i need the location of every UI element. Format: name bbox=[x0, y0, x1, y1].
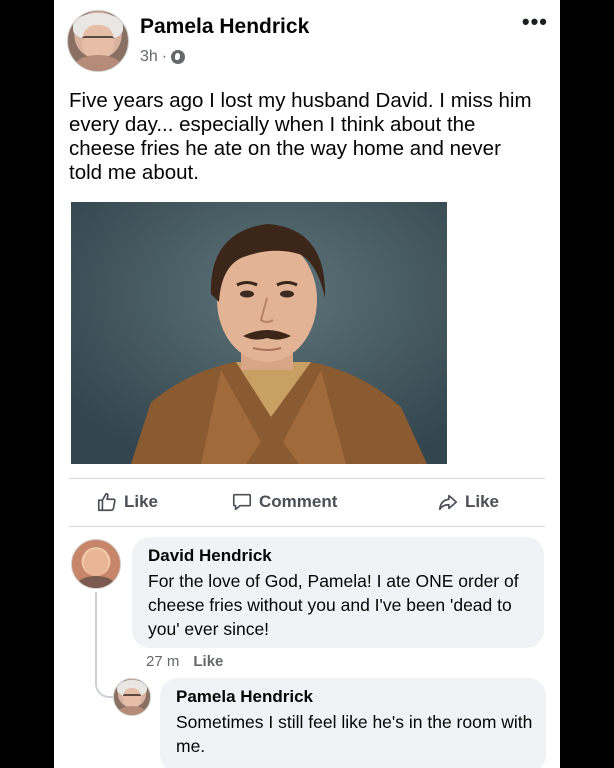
globe-icon bbox=[171, 50, 186, 64]
thumbs-up-icon bbox=[97, 492, 116, 512]
post-time[interactable]: 3h bbox=[140, 48, 158, 66]
reply-avatar[interactable] bbox=[113, 678, 151, 716]
meta-separator: · bbox=[161, 48, 168, 65]
comment-like-button[interactable]: Like bbox=[193, 653, 223, 670]
comment-time[interactable]: 27 m bbox=[146, 653, 179, 670]
divider-bottom bbox=[69, 526, 545, 527]
reply-bubble: Pamela Hendrick Sometimes I still feel l… bbox=[160, 678, 546, 768]
more-options-icon[interactable]: ••• bbox=[522, 11, 548, 33]
share-button[interactable]: Like bbox=[437, 491, 499, 513]
author-name[interactable]: Pamela Hendrick bbox=[140, 15, 309, 39]
comment-icon bbox=[232, 493, 252, 511]
comment-author[interactable]: David Hendrick bbox=[148, 546, 272, 566]
like-button[interactable]: Like bbox=[96, 491, 158, 513]
portrait-illustration bbox=[71, 202, 447, 464]
like-label: Like bbox=[124, 492, 159, 511]
divider-top bbox=[69, 478, 545, 479]
reply-text: Sometimes I still feel like he's in the … bbox=[176, 712, 533, 756]
share-label: Like bbox=[465, 492, 500, 511]
post-card: Pamela Hendrick 3h · ••• Five years ago … bbox=[54, 0, 560, 768]
comment-button[interactable]: Comment bbox=[231, 491, 337, 513]
reply-author[interactable]: Pamela Hendrick bbox=[176, 687, 313, 707]
comment-bubble: David Hendrick For the love of God, Pame… bbox=[132, 537, 544, 648]
comment-meta: 27 m Like bbox=[146, 653, 223, 670]
commenter-avatar[interactable] bbox=[71, 539, 121, 589]
post-text: Five years ago I lost my husband David. … bbox=[69, 89, 532, 184]
author-avatar[interactable] bbox=[67, 10, 129, 72]
post-meta: 3h · bbox=[140, 48, 186, 66]
reply-connector bbox=[95, 660, 113, 698]
share-icon bbox=[438, 494, 458, 511]
post-photo[interactable] bbox=[71, 202, 447, 464]
comment-text: For the love of God, Pamela! I ate ONE o… bbox=[148, 571, 519, 639]
comment-label: Comment bbox=[259, 492, 338, 511]
